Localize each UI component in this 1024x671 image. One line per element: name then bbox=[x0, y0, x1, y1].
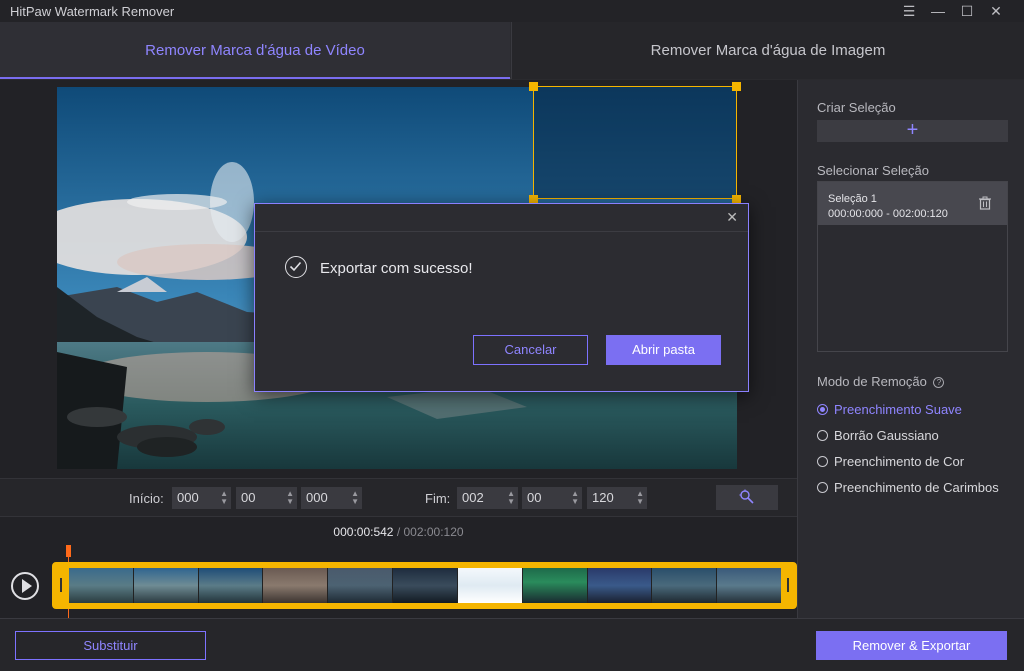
mode-option-label: Preenchimento Suave bbox=[834, 402, 962, 417]
start-minutes-input[interactable]: 00 ▲ ▼ bbox=[236, 487, 297, 509]
play-icon bbox=[22, 579, 32, 593]
minimize-icon[interactable]: — bbox=[929, 2, 947, 20]
export-success-dialog: ✕ Exportar com sucesso! Cancelar Abrir p… bbox=[254, 203, 749, 392]
start-hours-value: 000 bbox=[177, 490, 199, 505]
thumbnail-frame bbox=[522, 568, 588, 603]
spinner-icon[interactable]: ▲ ▼ bbox=[507, 490, 515, 506]
timecode: 000:00:542 / 002:00:120 bbox=[0, 525, 797, 539]
start-hours-input[interactable]: 000 ▲ ▼ bbox=[172, 487, 231, 509]
start-ms-value: 000 bbox=[306, 490, 328, 505]
start-minutes-value: 00 bbox=[241, 490, 256, 505]
playhead-marker[interactable] bbox=[66, 545, 71, 557]
end-minutes-input[interactable]: 00 ▲ ▼ bbox=[522, 487, 582, 509]
end-ms-input[interactable]: 120 ▲ ▼ bbox=[587, 487, 647, 509]
radio-unselected[interactable] bbox=[817, 456, 828, 467]
trash-icon[interactable] bbox=[978, 196, 992, 210]
thumbnail-strip bbox=[69, 568, 781, 603]
end-label: Fim: bbox=[425, 491, 451, 506]
app-title: HitPaw Watermark Remover bbox=[10, 4, 175, 19]
dialog-header: ✕ bbox=[255, 204, 748, 232]
menu-icon[interactable]: ☰ bbox=[900, 2, 918, 20]
thumbnail-frame bbox=[457, 568, 523, 603]
dialog-message: Exportar com sucesso! bbox=[320, 260, 473, 277]
thumbnail-frame bbox=[328, 568, 394, 603]
selection-range: 000:00:000 - 002:00:120 bbox=[828, 208, 948, 220]
spinner-icon[interactable]: ▲ ▼ bbox=[571, 490, 579, 506]
mode-option-label: Borrão Gaussiano bbox=[834, 428, 939, 443]
replace-button[interactable]: Substituir bbox=[15, 631, 206, 660]
clip-range-strip[interactable] bbox=[52, 562, 797, 609]
spinner-icon[interactable]: ▲ ▼ bbox=[220, 490, 228, 506]
radio-selected[interactable] bbox=[817, 404, 828, 415]
remove-export-button[interactable]: Remover & Exportar bbox=[816, 631, 1007, 660]
create-selection-title: Criar Seleção bbox=[817, 100, 896, 115]
mode-option-label: Preenchimento de Cor bbox=[834, 454, 965, 469]
side-panel: Criar Seleção + Selecionar Seleção Seleç… bbox=[797, 80, 1024, 618]
radio-unselected[interactable] bbox=[817, 482, 828, 493]
start-label: Início: bbox=[129, 491, 164, 506]
select-selection-title: Selecionar Seleção bbox=[817, 163, 930, 178]
removal-mode-label: Modo de Remoção bbox=[817, 374, 927, 389]
add-selection-button[interactable]: + bbox=[817, 120, 1008, 142]
spinner-icon[interactable]: ▲ ▼ bbox=[286, 490, 294, 506]
time-range-bar: Início: 000 ▲ ▼ 00 ▲ ▼ 000 ▲ ▼ Fim: 002 ▲ ▼ 00 ▲ ▼… bbox=[0, 478, 797, 516]
maximize-icon[interactable]: ☐ bbox=[958, 2, 976, 20]
thumbnail-frame bbox=[652, 568, 718, 603]
thumbnail-frame bbox=[393, 568, 458, 603]
help-icon[interactable]: ? bbox=[933, 377, 945, 388]
thumbnail-frame bbox=[198, 568, 264, 603]
spinner-icon[interactable]: ▲ ▼ bbox=[351, 490, 359, 506]
selection-name: Seleção 1 bbox=[828, 193, 877, 205]
play-button[interactable] bbox=[11, 572, 39, 600]
thumbnail-frame bbox=[717, 568, 781, 603]
end-ms-value: 120 bbox=[592, 490, 614, 505]
timeline: 000:00:542 / 002:00:120 bbox=[0, 516, 797, 619]
tab-image-watermark[interactable]: Remover Marca d'água de Imagem bbox=[511, 22, 1024, 79]
tab-bar: Remover Marca d'água de Vídeo Remover Ma… bbox=[0, 22, 1024, 79]
thumbnail-frame bbox=[263, 568, 329, 603]
selection-list: Seleção 1 000:00:000 - 002:00:120 bbox=[817, 181, 1008, 352]
end-minutes-value: 00 bbox=[527, 490, 542, 505]
open-folder-button[interactable]: Abrir pasta bbox=[606, 335, 721, 365]
spinner-icon[interactable]: ▲ ▼ bbox=[636, 490, 644, 506]
current-time: 000:00:542 bbox=[333, 525, 394, 539]
thumbnail-frame bbox=[587, 568, 653, 603]
removal-mode-title: Modo de Remoção ? bbox=[817, 374, 945, 389]
end-hours-input[interactable]: 002 ▲ ▼ bbox=[457, 487, 518, 509]
plus-icon: + bbox=[906, 119, 919, 141]
radio-unselected[interactable] bbox=[817, 430, 828, 441]
right-trim-handle[interactable] bbox=[787, 578, 789, 592]
selection-item[interactable]: Seleção 1 000:00:000 - 002:00:120 bbox=[818, 182, 1007, 225]
check-circle-icon bbox=[285, 256, 307, 278]
title-bar: HitPaw Watermark Remover ☰ — ☐ ✕ bbox=[0, 0, 1024, 22]
tab-video-watermark[interactable]: Remover Marca d'água de Vídeo bbox=[0, 22, 510, 79]
cancel-button[interactable]: Cancelar bbox=[473, 335, 588, 365]
dialog-close-icon[interactable]: ✕ bbox=[726, 209, 738, 226]
left-trim-handle[interactable] bbox=[60, 578, 62, 592]
auto-detect-button[interactable] bbox=[716, 485, 778, 510]
end-hours-value: 002 bbox=[462, 490, 484, 505]
thumbnail-frame bbox=[69, 568, 134, 603]
bottom-bar: Substituir Remover & Exportar bbox=[0, 618, 1024, 671]
time-separator: / bbox=[393, 525, 404, 539]
mode-option-label: Preenchimento de Carimbos bbox=[834, 480, 999, 495]
start-ms-input[interactable]: 000 ▲ ▼ bbox=[301, 487, 362, 509]
close-icon[interactable]: ✕ bbox=[987, 2, 1005, 20]
magic-wand-icon bbox=[739, 489, 754, 504]
total-time: 002:00:120 bbox=[403, 525, 464, 539]
thumbnail-frame bbox=[133, 568, 199, 603]
